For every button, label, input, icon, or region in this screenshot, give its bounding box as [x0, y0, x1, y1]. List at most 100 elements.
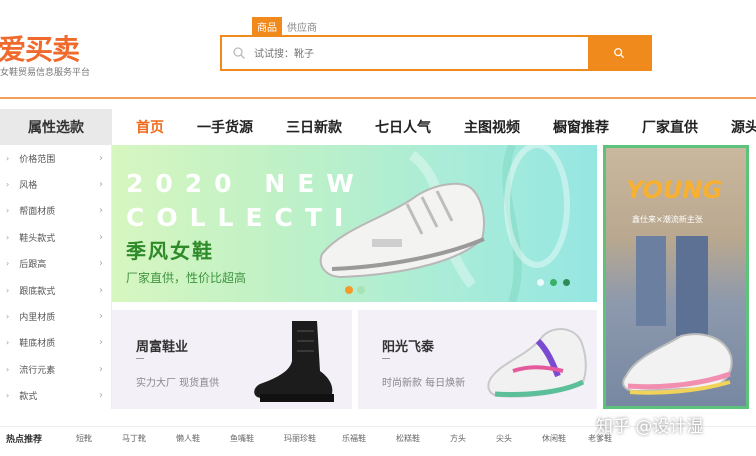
sidebar-item-style[interactable]: › 风格 ›: [0, 171, 111, 197]
bullet-icon: ›: [6, 259, 10, 269]
nav-item-window-recommend[interactable]: 橱窗推荐: [553, 117, 609, 137]
ad-subline: 鑫仕来×潮流新主张: [632, 215, 703, 224]
main-banner[interactable]: 2020 NEW COLLECTI 季风女鞋 厂家直供，性价比超高: [112, 145, 597, 302]
bullet-icon: ›: [6, 391, 10, 401]
sidebar-item-label: 鞋底材质: [19, 339, 56, 350]
indicator-dot: [345, 286, 353, 294]
promo-card-yangguang[interactable]: 阳光飞泰 时尚新款 每日焕新: [358, 310, 597, 409]
search-box: [220, 35, 652, 71]
hot-item[interactable]: 短靴: [76, 433, 92, 444]
search-tabs: 商品 供应商: [252, 17, 322, 35]
attribute-sidebar: › 价格范围 › › 风格 › › 帮面材质 › › 鞋头款式 › › 后跟高 › › 跟底款式 › ›…: [0, 145, 112, 409]
search-tab-suppliers[interactable]: 供应商: [282, 17, 322, 35]
nav-item-first-hand[interactable]: 一手货源: [197, 117, 253, 137]
chevron-right-icon: ›: [99, 284, 103, 296]
promo-title: 阳光飞泰: [382, 340, 435, 355]
chevron-right-icon: ›: [99, 390, 103, 402]
bullet-icon: ›: [6, 338, 10, 348]
bullet-icon: ›: [6, 153, 10, 163]
chevron-right-icon: ›: [99, 337, 103, 349]
indicator-dot: [357, 286, 365, 294]
promo-title: 周富鞋业: [136, 340, 189, 355]
banner-mini-indicator: [345, 286, 365, 294]
search-tab-products[interactable]: 商品: [252, 17, 282, 35]
promo-description: 实力大厂 现货直供: [136, 378, 220, 389]
bullet-icon: ›: [6, 232, 10, 242]
sidebar-item-model[interactable]: › 款式 ›: [0, 383, 111, 409]
bullet-icon: ›: [6, 312, 10, 322]
nav-item-main-video[interactable]: 主图视频: [464, 117, 520, 137]
hot-item[interactable]: 玛丽珍鞋: [284, 433, 316, 444]
sidebar-item-label: 帮面材质: [19, 207, 56, 218]
nav-item-three-day-new[interactable]: 三日新款: [286, 117, 342, 137]
sidebar-item-heel-style[interactable]: › 跟底款式 ›: [0, 277, 111, 303]
hot-item[interactable]: 乐福鞋: [342, 433, 366, 444]
nav-item-source-factory[interactable]: 源头厂: [731, 117, 756, 137]
chevron-right-icon: ›: [99, 311, 103, 323]
header-divider: [0, 97, 756, 99]
hot-item[interactable]: 懒人鞋: [176, 433, 200, 444]
banner-dot-3[interactable]: [563, 279, 570, 286]
sidebar-item-label: 跟底款式: [19, 286, 56, 297]
banner-dot-2[interactable]: [550, 279, 557, 286]
sidebar-item-lining-material[interactable]: › 内里材质 ›: [0, 303, 111, 329]
ad-headline: YOUNG: [626, 176, 723, 204]
nav-item-home[interactable]: 首页: [136, 117, 164, 137]
sidebar-item-toe-style[interactable]: › 鞋头款式 ›: [0, 224, 111, 250]
nav-item-seven-day-popular[interactable]: 七日人气: [375, 117, 431, 137]
boot-image: [254, 321, 334, 402]
chevron-right-icon: ›: [99, 205, 103, 217]
sidebar-item-label: 款式: [19, 392, 38, 403]
hot-item[interactable]: 休闲鞋: [542, 433, 566, 444]
sidebar-item-upper-material[interactable]: › 帮面材质 ›: [0, 198, 111, 224]
nav-item-factory-direct[interactable]: 厂家直供: [642, 117, 698, 137]
hot-item[interactable]: 尖头: [496, 433, 512, 444]
sidebar-item-heel-height[interactable]: › 后跟高 ›: [0, 251, 111, 277]
hot-item[interactable]: 鱼嘴鞋: [230, 433, 254, 444]
search-input[interactable]: [254, 45, 584, 63]
main-nav: 首页 一手货源 三日新款 七日人气 主图视频 橱窗推荐 厂家直供 源头厂: [112, 109, 756, 145]
attribute-select-title[interactable]: 属性选款: [0, 109, 112, 145]
banner-pagination: [537, 279, 570, 286]
chevron-right-icon: ›: [99, 179, 103, 191]
sidebar-item-sole-material[interactable]: › 鞋底材质 ›: [0, 330, 111, 356]
hot-item[interactable]: 松糕鞋: [396, 433, 420, 444]
search-icon: [614, 48, 625, 59]
sidebar-item-label: 鞋头款式: [19, 233, 56, 244]
banner-dot-1[interactable]: [537, 279, 544, 286]
sidebar-item-label: 风格: [19, 181, 38, 192]
bullet-icon: ›: [6, 206, 10, 216]
bullet-icon: ›: [6, 180, 10, 190]
sidebar-item-label: 流行元素: [19, 365, 56, 376]
sidebar-item-trend-elements[interactable]: › 流行元素 ›: [0, 356, 111, 382]
chevron-right-icon: ›: [99, 258, 103, 270]
bullet-icon: ›: [6, 364, 10, 374]
sidebar-item-label: 内里材质: [19, 313, 56, 324]
promo-divider: [382, 358, 390, 359]
chevron-right-icon: ›: [99, 152, 103, 164]
chevron-right-icon: ›: [99, 363, 103, 375]
model-shoe-image: [622, 236, 733, 395]
chevron-right-icon: ›: [99, 231, 103, 243]
promo-card-zhoufu[interactable]: 周富鞋业 实力大厂 现货直供: [112, 310, 352, 409]
sneaker-image: [487, 328, 587, 398]
sidebar-item-label: 后跟高: [19, 260, 47, 271]
promo-description: 时尚新款 每日焕新: [382, 378, 466, 389]
sneaker-image: [319, 182, 485, 279]
watermark: 知乎 @设计湿: [596, 417, 704, 437]
hot-item[interactable]: 方头: [450, 433, 466, 444]
banner-slogan: 厂家直供，性价比超高: [126, 271, 247, 285]
logo-name: 爱买卖: [0, 33, 80, 66]
hot-label: 热点推荐: [6, 435, 43, 445]
bullet-icon: ›: [6, 285, 10, 295]
sidebar-item-price-range[interactable]: › 价格范围 ›: [0, 145, 111, 171]
search-icon: [233, 47, 245, 59]
site-logo[interactable]: 爱买卖 女鞋贸易信息服务平台: [0, 28, 110, 78]
sidebar-item-label: 价格范围: [19, 154, 56, 165]
search-button[interactable]: [588, 37, 650, 69]
hot-item[interactable]: 马丁靴: [122, 433, 146, 444]
banner-season-title: 季风女鞋: [126, 239, 214, 263]
side-ad-banner[interactable]: YOUNG 鑫仕来×潮流新主张: [603, 145, 749, 409]
promo-divider: [136, 358, 144, 359]
logo-subtitle: 女鞋贸易信息服务平台: [0, 68, 91, 78]
